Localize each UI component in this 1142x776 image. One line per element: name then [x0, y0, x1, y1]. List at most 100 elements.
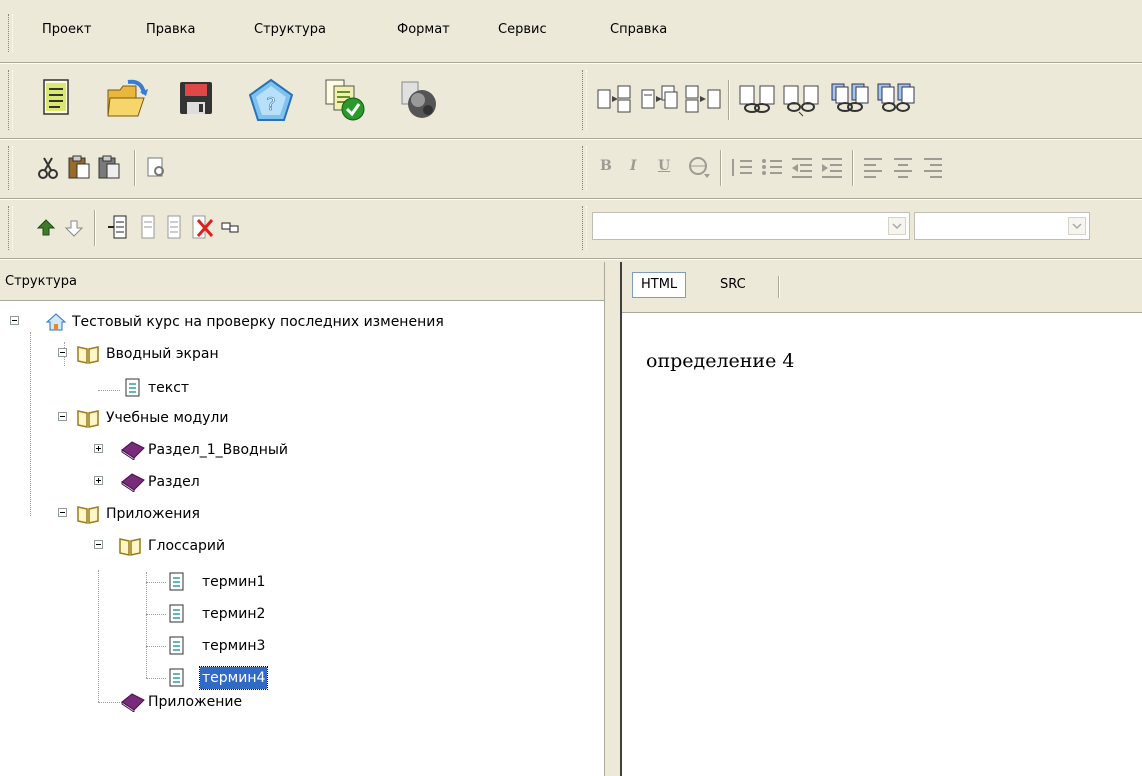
color-globe-icon[interactable] — [688, 156, 712, 180]
new-document-icon[interactable] — [38, 78, 76, 120]
open-book-icon — [119, 538, 141, 556]
align-left-icon[interactable] — [862, 156, 886, 180]
tree-node-appendices[interactable]: Приложения — [0, 502, 604, 526]
menu-project[interactable]: Проект — [42, 22, 91, 37]
save-disk-icon[interactable] — [178, 80, 214, 118]
chevron-down-icon[interactable] — [888, 217, 906, 235]
svg-text:?: ? — [266, 94, 276, 115]
underline-button[interactable]: U — [658, 158, 670, 174]
menu-structure[interactable]: Структура — [254, 22, 326, 37]
unlink-multiple-icon[interactable] — [876, 82, 916, 118]
collapse-icon[interactable] — [58, 348, 67, 357]
page-insert-before-icon[interactable] — [596, 84, 634, 114]
font-size-select[interactable] — [914, 212, 1090, 240]
move-up-icon[interactable] — [36, 218, 56, 238]
toolbar-divider — [0, 258, 1142, 260]
toolbar-grip-tree[interactable] — [8, 206, 13, 250]
tab-html[interactable]: HTML — [632, 272, 687, 298]
tab-separator — [778, 276, 780, 298]
unlink-icon[interactable] — [782, 84, 822, 118]
tree-node-label: Раздел_1_Вводный — [148, 442, 289, 458]
menu-format[interactable]: Формат — [397, 22, 450, 37]
tree-node-label: Приложение — [148, 694, 243, 710]
menu-service[interactable]: Сервис — [498, 22, 547, 37]
home-icon — [46, 313, 66, 331]
closed-book-icon — [121, 441, 145, 460]
help-pentagon-icon[interactable]: ? — [248, 78, 294, 122]
delete-node-icon[interactable] — [190, 214, 216, 240]
tree-node-term2[interactable]: термин2 — [0, 602, 604, 626]
link-icon[interactable] — [738, 84, 778, 118]
open-folder-icon[interactable] — [104, 78, 150, 120]
find-icon[interactable] — [146, 156, 168, 180]
structure-panel: Структура Тестовый курс на проверку посл… — [0, 268, 604, 776]
add-sibling-icon[interactable] — [134, 214, 156, 240]
collapse-icon[interactable] — [58, 508, 67, 517]
tree-node-section1[interactable]: Раздел_1_Вводный — [0, 438, 604, 462]
toolbar-grip-edit[interactable] — [8, 146, 13, 190]
collapse-icon[interactable] — [94, 540, 103, 549]
closed-book-icon — [121, 473, 145, 492]
chevron-down-icon[interactable] — [1068, 217, 1086, 235]
italic-button[interactable]: I — [630, 158, 637, 174]
page-move-icon[interactable] — [684, 84, 724, 114]
tree-node-root[interactable]: Тестовый курс на проверку последних изме… — [0, 310, 604, 334]
numbered-list-icon[interactable] — [730, 156, 754, 180]
structure-panel-header: Структура — [0, 268, 604, 301]
bold-button[interactable]: B — [600, 158, 612, 174]
toolbar-grip-file[interactable] — [8, 70, 13, 130]
toolbar-separator — [94, 210, 96, 246]
add-after-icon[interactable] — [160, 214, 182, 240]
toolbar-separator — [728, 80, 730, 120]
tree-node-intro[interactable]: Вводный экран — [0, 342, 604, 366]
page-insert-after-icon[interactable] — [640, 84, 678, 114]
paste-icon[interactable] — [66, 154, 92, 180]
rename-icon[interactable] — [220, 220, 242, 236]
indent-icon[interactable] — [820, 156, 844, 180]
toolbar-grip-format[interactable] — [582, 146, 587, 190]
tree-node-label: термин2 — [202, 606, 266, 622]
structure-panel-title: Структура — [5, 274, 77, 289]
tree-node-modules[interactable]: Учебные модули — [0, 406, 604, 430]
link-multiple-icon[interactable] — [830, 82, 870, 116]
tree-node-label: Вводный экран — [106, 346, 219, 362]
outdent-icon[interactable] — [790, 156, 814, 180]
expand-icon[interactable] — [94, 444, 103, 453]
toolbar-grip-font[interactable] — [582, 206, 587, 250]
tree-node-term4[interactable]: термин4 — [0, 666, 604, 690]
cut-icon[interactable] — [36, 156, 60, 180]
tree-node-label: Глоссарий — [148, 538, 226, 554]
tree-node-glossary[interactable]: Глоссарий — [0, 534, 604, 558]
document-icon — [169, 668, 184, 687]
document-icon — [169, 572, 184, 591]
toolbar-separator — [852, 150, 854, 186]
tree-node-term1[interactable]: термин1 — [0, 570, 604, 594]
paste-special-icon[interactable] — [96, 154, 122, 180]
menu-bar: Проект Правка Структура Формат Сервис Сп… — [0, 0, 1142, 62]
tree-node-term3[interactable]: термин3 — [0, 634, 604, 658]
collapse-icon[interactable] — [10, 316, 19, 325]
tree-node-section[interactable]: Раздел — [0, 470, 604, 494]
align-right-icon[interactable] — [922, 156, 946, 180]
bullet-list-icon[interactable] — [760, 156, 784, 180]
menu-grip[interactable] — [8, 14, 13, 52]
editor-content[interactable]: определение 4 — [646, 350, 794, 372]
expand-icon[interactable] — [94, 476, 103, 485]
align-center-icon[interactable] — [892, 156, 916, 180]
toolbar-divider — [0, 138, 1142, 140]
menu-edit[interactable]: Правка — [146, 22, 195, 37]
toolbar-grip-page[interactable] — [582, 70, 587, 130]
publish-globe-icon[interactable] — [398, 80, 438, 120]
tree-node-label: термин3 — [202, 638, 266, 654]
tree-node-appendix[interactable]: Приложение — [0, 690, 604, 714]
menu-help[interactable]: Справка — [610, 22, 667, 37]
tree-node-text[interactable]: текст — [0, 376, 604, 400]
font-family-select[interactable] — [592, 212, 910, 240]
tree-node-label: Приложения — [106, 506, 200, 522]
collapse-icon[interactable] — [58, 412, 67, 421]
tab-src[interactable]: SRC — [712, 272, 754, 298]
document-icon — [169, 636, 184, 655]
validate-copy-icon[interactable] — [322, 78, 366, 122]
add-child-icon[interactable] — [106, 214, 128, 240]
move-down-icon[interactable] — [64, 218, 84, 238]
